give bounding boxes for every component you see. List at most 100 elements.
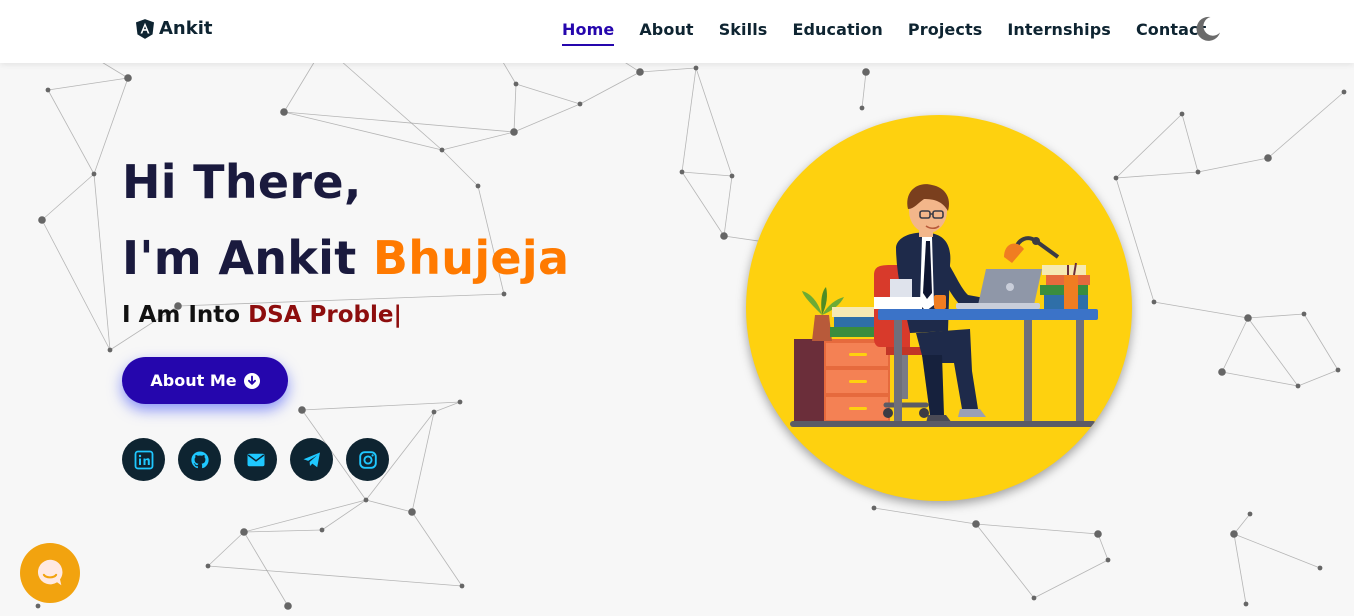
arrow-down-circle-icon xyxy=(243,372,260,389)
network-node xyxy=(871,505,877,511)
network-node xyxy=(91,171,97,177)
network-node xyxy=(1113,175,1119,181)
network-line xyxy=(1297,369,1339,387)
network-node xyxy=(1295,383,1301,389)
network-line xyxy=(681,67,697,173)
network-node xyxy=(408,508,416,516)
network-node xyxy=(1341,89,1347,95)
network-node xyxy=(45,87,51,93)
network-line xyxy=(1033,559,1109,599)
network-node xyxy=(1247,511,1253,517)
network-node xyxy=(636,68,644,76)
network-line xyxy=(861,71,867,109)
network-node xyxy=(363,497,369,503)
mail-icon xyxy=(247,453,264,466)
brand-name: Ankit xyxy=(159,18,213,39)
network-node xyxy=(577,101,583,107)
network-node xyxy=(1264,154,1272,162)
network-node xyxy=(729,173,735,179)
nav-link-internships[interactable]: Internships xyxy=(1007,20,1111,44)
network-line xyxy=(1153,301,1249,319)
telegram-link[interactable] xyxy=(290,438,333,481)
network-line xyxy=(283,111,515,133)
hero-name-accent: Bhujeja xyxy=(372,231,570,285)
network-node xyxy=(457,399,463,405)
network-line xyxy=(1233,533,1247,605)
nav-link-projects[interactable]: Projects xyxy=(908,20,982,44)
network-line xyxy=(301,401,461,411)
network-line xyxy=(243,499,367,533)
network-node xyxy=(1195,169,1201,175)
typing-text: DSA Proble| xyxy=(248,302,402,328)
network-line xyxy=(681,171,725,237)
network-line xyxy=(411,411,435,513)
network-line xyxy=(207,531,245,567)
network-node xyxy=(862,68,870,76)
network-node xyxy=(510,128,518,136)
network-line xyxy=(513,103,581,133)
network-line xyxy=(1221,317,1249,373)
network-node xyxy=(298,406,306,414)
network-node xyxy=(35,603,41,609)
network-line xyxy=(243,529,323,533)
angular-logo-icon xyxy=(136,18,154,39)
instagram-link[interactable] xyxy=(346,438,389,481)
network-node xyxy=(124,74,132,82)
network-line xyxy=(1115,113,1183,179)
network-node xyxy=(280,108,288,116)
network-line xyxy=(723,175,733,237)
network-node xyxy=(240,528,248,536)
network-line xyxy=(41,173,95,221)
nav-menu: Home About Skills Education Projects Int… xyxy=(562,20,1206,46)
typing-line: I Am Into DSA Proble| xyxy=(122,302,402,328)
telegram-icon xyxy=(303,452,320,467)
network-node xyxy=(1244,314,1252,322)
network-node xyxy=(1335,367,1341,373)
nav-link-skills[interactable]: Skills xyxy=(719,20,768,44)
network-node xyxy=(693,65,699,71)
moon-icon[interactable] xyxy=(1194,15,1222,43)
network-node xyxy=(1151,299,1157,305)
network-line xyxy=(207,565,463,587)
linkedin-link[interactable] xyxy=(122,438,165,481)
network-line xyxy=(1115,171,1199,179)
social-links xyxy=(122,438,389,481)
nav-link-education[interactable]: Education xyxy=(792,20,882,44)
network-node xyxy=(859,105,865,111)
chat-widget-button[interactable] xyxy=(20,543,80,603)
brand-logo[interactable]: Ankit xyxy=(136,18,213,39)
network-node xyxy=(284,602,292,610)
network-line xyxy=(1181,113,1199,173)
network-line xyxy=(1247,313,1305,319)
network-line xyxy=(411,511,463,587)
network-line xyxy=(1221,371,1299,387)
network-line xyxy=(1303,313,1339,371)
mail-link[interactable] xyxy=(234,438,277,481)
network-node xyxy=(1317,565,1323,571)
network-node xyxy=(1218,368,1226,376)
network-line xyxy=(695,67,733,177)
network-node xyxy=(107,347,113,353)
network-line xyxy=(1197,157,1269,173)
nav-link-about[interactable]: About xyxy=(639,20,693,44)
network-line xyxy=(1233,533,1321,569)
about-me-label: About Me xyxy=(150,371,237,390)
network-line xyxy=(1247,317,1299,387)
network-node xyxy=(1301,311,1307,317)
network-line xyxy=(873,507,977,525)
network-line xyxy=(639,67,697,73)
network-line xyxy=(1233,513,1251,535)
network-node xyxy=(38,216,46,224)
github-link[interactable] xyxy=(178,438,221,481)
network-line xyxy=(975,523,1099,535)
network-line xyxy=(321,499,367,531)
network-node xyxy=(679,169,685,175)
network-line xyxy=(579,71,641,105)
network-node xyxy=(1179,111,1185,117)
developer-at-desk-illustration xyxy=(790,184,1098,427)
network-node xyxy=(205,563,211,569)
typing-prefix: I Am Into xyxy=(122,302,241,328)
about-me-button[interactable]: About Me xyxy=(122,357,288,404)
nav-link-home[interactable]: Home xyxy=(562,20,615,46)
network-node xyxy=(720,232,728,240)
